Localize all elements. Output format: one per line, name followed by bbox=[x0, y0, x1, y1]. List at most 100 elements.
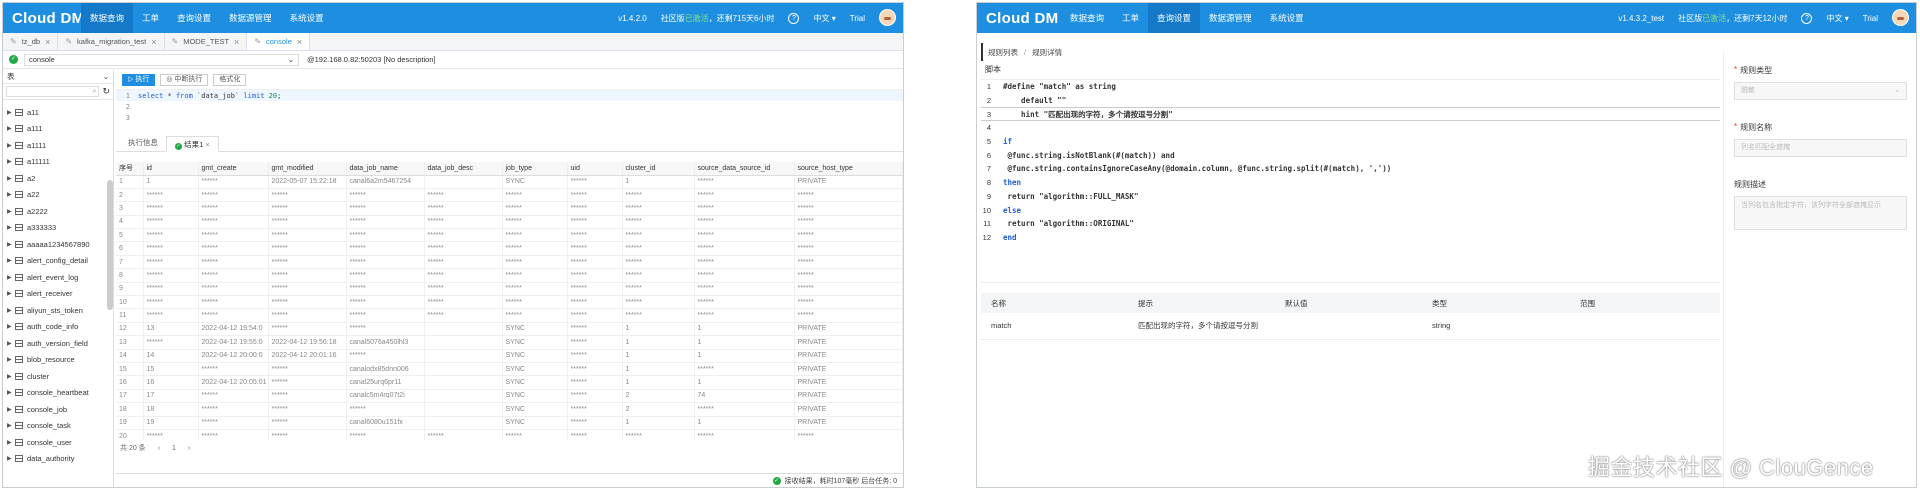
table-row[interactable]: 13 ****** 2022-04-12 19:55:0 2022-04-12 19:… bbox=[116, 335, 903, 350]
table-cell[interactable]: ****** bbox=[794, 295, 903, 310]
table-cell[interactable]: 8 bbox=[116, 268, 144, 283]
table-cell[interactable]: ****** bbox=[143, 215, 199, 230]
table-row[interactable]: 10 ****** ****** ****** ****** ****** ****** **… bbox=[116, 295, 903, 310]
table-cell[interactable]: ****** bbox=[143, 201, 199, 216]
table-cell[interactable]: ****** bbox=[694, 215, 795, 230]
table-cell[interactable]: ****** bbox=[567, 429, 623, 440]
user-name[interactable]: Trial bbox=[1856, 14, 1885, 23]
breadcrumb-rule-list[interactable]: 规则列表 bbox=[988, 47, 1018, 58]
table-cell[interactable]: ****** bbox=[198, 175, 269, 189]
table-cell[interactable]: ****** bbox=[567, 322, 623, 337]
tree-node[interactable]: ▶ a1111 bbox=[3, 137, 113, 154]
tree-node[interactable]: ▶ aliyun_sts_token bbox=[3, 302, 113, 319]
help-icon[interactable]: ? bbox=[781, 12, 806, 24]
table-cell[interactable]: ****** bbox=[694, 201, 795, 216]
table-cell[interactable]: ****** bbox=[694, 241, 795, 256]
table-cell[interactable]: ****** bbox=[567, 175, 623, 189]
table-cell[interactable]: ****** bbox=[268, 362, 347, 377]
table-cell[interactable]: 13 bbox=[143, 322, 199, 337]
table-cell[interactable]: ****** bbox=[268, 322, 347, 337]
table-cell[interactable]: PRIVATE bbox=[794, 322, 903, 337]
table-cell[interactable]: 11 bbox=[116, 308, 144, 323]
table-cell[interactable]: 1 bbox=[694, 322, 795, 337]
table-cell[interactable]: ****** bbox=[346, 349, 425, 363]
chevron-right-icon[interactable]: ▶ bbox=[7, 406, 15, 413]
column-header[interactable]: data_job_desc bbox=[424, 162, 503, 176]
table-cell[interactable]: 2022-04-12 19:56:18 bbox=[268, 335, 347, 350]
tree-node[interactable]: ▶ cluster bbox=[3, 368, 113, 385]
table-cell[interactable]: 16 bbox=[116, 375, 144, 390]
table-cell[interactable]: ****** bbox=[424, 241, 503, 256]
column-header[interactable]: gmt_create bbox=[198, 162, 269, 176]
chevron-right-icon[interactable]: ▶ bbox=[7, 241, 15, 248]
table-cell[interactable]: ****** bbox=[567, 282, 623, 297]
table-cell[interactable]: ****** bbox=[694, 282, 795, 297]
run-button[interactable]: ▷ 执行 bbox=[122, 73, 156, 86]
tree-node[interactable]: ▶ alert_event_log bbox=[3, 269, 113, 286]
table-cell[interactable]: ****** bbox=[424, 308, 503, 323]
table-cell[interactable]: 6 bbox=[116, 241, 144, 256]
tab-exec-info[interactable]: 执行信息 bbox=[120, 135, 166, 151]
chevron-right-icon[interactable]: ▶ bbox=[7, 257, 15, 264]
table-cell[interactable]: ****** bbox=[268, 402, 347, 417]
table-cell[interactable]: ****** bbox=[268, 215, 347, 230]
table-cell[interactable]: SYNC bbox=[502, 175, 568, 189]
table-row[interactable]: 2 ****** ****** ****** ****** ****** ****** ***… bbox=[116, 188, 903, 203]
table-cell[interactable]: ****** bbox=[694, 362, 795, 377]
table-cell[interactable]: ****** bbox=[198, 308, 269, 323]
table-cell[interactable]: 14 bbox=[116, 349, 144, 363]
table-cell[interactable]: SYNC bbox=[502, 335, 568, 350]
table-cell[interactable]: ****** bbox=[424, 188, 503, 203]
table-cell[interactable]: ****** bbox=[424, 201, 503, 216]
table-cell[interactable]: ****** bbox=[794, 255, 903, 270]
table-cell[interactable]: ****** bbox=[502, 282, 568, 297]
table-cell[interactable]: ****** bbox=[502, 429, 568, 440]
tree-node[interactable]: ▶ console_job bbox=[3, 401, 113, 418]
table-cell[interactable]: ****** bbox=[143, 255, 199, 270]
help-icon[interactable]: ? bbox=[1794, 12, 1819, 24]
table-cell[interactable]: 13 bbox=[116, 335, 144, 350]
table-cell[interactable]: ****** bbox=[268, 228, 347, 243]
column-header[interactable]: data_job_name bbox=[346, 162, 425, 176]
table-cell[interactable]: ****** bbox=[143, 268, 199, 283]
nav-query-settings[interactable]: 查询设置 bbox=[1148, 3, 1201, 33]
table-cell[interactable]: ****** bbox=[424, 255, 503, 270]
table-cell[interactable]: ****** bbox=[268, 255, 347, 270]
table-cell[interactable]: PRIVATE bbox=[794, 416, 903, 430]
table-cell[interactable]: ****** bbox=[268, 375, 347, 390]
table-cell[interactable]: SYNC bbox=[502, 375, 568, 390]
table-cell[interactable]: ****** bbox=[143, 429, 199, 440]
user-name[interactable]: Trial bbox=[843, 14, 872, 23]
column-header[interactable]: 序号 bbox=[116, 162, 144, 176]
column-header[interactable]: source_host_type bbox=[794, 162, 903, 176]
chevron-right-icon[interactable]: ▶ bbox=[7, 455, 15, 462]
table-cell[interactable]: ****** bbox=[424, 268, 503, 283]
table-cell[interactable]: ****** bbox=[268, 429, 347, 440]
chevron-right-icon[interactable]: ▶ bbox=[7, 125, 15, 132]
table-cell[interactable]: 1 bbox=[622, 375, 695, 390]
table-cell[interactable]: canal25urq6pr11 bbox=[346, 375, 425, 390]
table-row[interactable]: 6 ****** ****** ****** ****** ****** ****** ***… bbox=[116, 241, 903, 256]
avatar[interactable] bbox=[1885, 8, 1916, 28]
table-cell[interactable]: 3 bbox=[116, 201, 144, 216]
column-header[interactable]: cluster_id bbox=[622, 162, 695, 176]
table-cell[interactable] bbox=[424, 335, 503, 350]
column-header[interactable]: uid bbox=[567, 162, 623, 176]
table-cell[interactable]: ****** bbox=[268, 389, 347, 404]
table-cell[interactable]: 19 bbox=[143, 416, 199, 430]
table-cell[interactable]: ****** bbox=[268, 241, 347, 256]
connection-select[interactable]: console ⌄ bbox=[24, 53, 299, 66]
table-cell[interactable] bbox=[424, 175, 503, 189]
table-cell[interactable]: ****** bbox=[794, 188, 903, 203]
table-cell[interactable]: PRIVATE bbox=[794, 175, 903, 189]
table-row[interactable]: 7 ****** ****** ****** ****** ****** ****** ***… bbox=[116, 255, 903, 270]
table-cell[interactable]: SYNC bbox=[502, 349, 568, 363]
close-icon[interactable]: × bbox=[234, 37, 239, 47]
table-cell[interactable]: 1 bbox=[622, 175, 695, 189]
table-cell[interactable]: ****** bbox=[622, 282, 695, 297]
chevron-right-icon[interactable]: ▶ bbox=[7, 290, 15, 297]
prev-page-icon[interactable]: ‹ bbox=[158, 445, 160, 452]
table-cell[interactable]: ****** bbox=[502, 268, 568, 283]
table-cell[interactable]: ****** bbox=[502, 295, 568, 310]
nav-ticket[interactable]: 工单 bbox=[1113, 3, 1148, 33]
